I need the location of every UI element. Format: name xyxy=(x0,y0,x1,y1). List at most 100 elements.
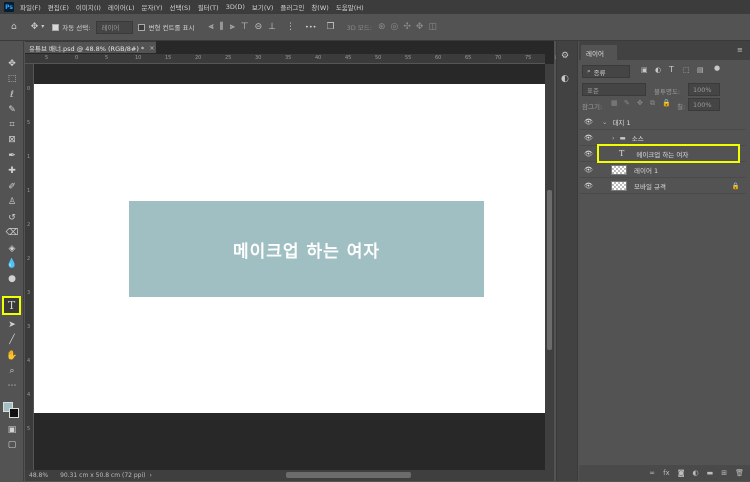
lock-transparent-icon[interactable]: ▦ xyxy=(611,100,618,107)
history-panel-icon[interactable]: ⚙ xyxy=(561,52,569,61)
close-icon[interactable]: × xyxy=(149,44,154,52)
align-center-icon[interactable]: ⫼ xyxy=(220,22,224,32)
healing-brush-tool-icon[interactable]: ✚ xyxy=(4,164,20,178)
document-tab[interactable]: 유튜브 배너.psd @ 48.8% (RGB/8#) * × xyxy=(25,41,156,53)
crop-tool-icon[interactable]: ⌗ xyxy=(4,118,20,132)
layer-row-pixel[interactable]: 👁 레이어 1 xyxy=(579,162,746,178)
eyedropper-tool-icon[interactable]: ✒ xyxy=(4,149,20,163)
chevron-right-icon[interactable]: › xyxy=(149,472,151,479)
zoom-level[interactable]: 48.8% xyxy=(29,472,48,479)
new-layer-icon[interactable]: ⊞ xyxy=(721,469,727,477)
marquee-tool-icon[interactable]: ⬚ xyxy=(4,72,20,86)
frame-tool-icon[interactable]: ⊠ xyxy=(4,133,20,147)
menu-image[interactable]: 이미지(I) xyxy=(76,2,101,12)
transform-controls-checkbox[interactable] xyxy=(138,23,146,31)
more-options-button[interactable]: ••• xyxy=(305,23,317,31)
opacity-input[interactable]: 100% xyxy=(688,83,720,96)
edit-toolbar-icon[interactable]: ⋯ xyxy=(4,379,20,393)
visibility-eye-icon[interactable]: 👁 xyxy=(584,118,594,126)
layer-row-artboard[interactable]: 👁 ⌄ 대지 1 xyxy=(579,114,746,130)
zoom-tool-icon[interactable]: ⌕ xyxy=(4,364,20,378)
background-color-swatch[interactable] xyxy=(9,408,19,418)
blend-mode-dropdown[interactable]: 표준 xyxy=(582,83,646,96)
auto-select-dropdown[interactable]: 레이어 xyxy=(96,20,134,34)
history-brush-tool-icon[interactable]: ↺ xyxy=(4,211,20,225)
banner-text[interactable]: 메이크업 하는 여자 xyxy=(233,237,380,262)
menu-window[interactable]: 창(W) xyxy=(311,2,328,12)
filter-pixel-icon[interactable]: ▣ xyxy=(641,67,648,74)
filter-adjustment-icon[interactable]: ◐ xyxy=(655,67,661,74)
visibility-eye-icon[interactable]: 👁 xyxy=(584,150,594,158)
vertical-scroll-thumb[interactable] xyxy=(547,190,552,350)
layer-mask-icon[interactable]: ◙ xyxy=(678,469,685,477)
lock-position-icon[interactable]: ✥ xyxy=(637,100,643,107)
align-left-icon[interactable]: ⫷ xyxy=(208,22,213,32)
stacked-squares-icon[interactable]: ❐ xyxy=(327,22,335,32)
distribute-icon[interactable]: ⋮ xyxy=(286,22,295,32)
chevron-down-icon[interactable]: ▾ xyxy=(41,24,44,30)
clone-stamp-tool-icon[interactable]: ♙ xyxy=(4,195,20,209)
menu-file[interactable]: 파일(F) xyxy=(20,2,41,12)
menu-layer[interactable]: 레이어(L) xyxy=(108,2,135,12)
chevron-right-icon[interactable]: › xyxy=(612,134,615,142)
align-top-icon[interactable]: ⊤ xyxy=(241,22,249,32)
move-tool-icon[interactable]: ✥ xyxy=(31,22,39,32)
align-middle-icon[interactable]: ⊝ xyxy=(255,22,263,32)
fill-input[interactable]: 100% xyxy=(688,98,720,111)
brush-tool-icon[interactable]: ✐ xyxy=(4,180,20,194)
menu-filter[interactable]: 필터(T) xyxy=(198,2,219,12)
link-layers-icon[interactable]: ∞ xyxy=(649,469,655,477)
orbit-3d-icon[interactable]: ⊛ xyxy=(378,22,386,32)
delete-layer-icon[interactable]: 🗑 xyxy=(735,469,744,477)
lasso-tool-icon[interactable]: ℓ xyxy=(4,88,20,102)
slide-3d-icon[interactable]: ✥ xyxy=(416,22,424,32)
roll-3d-icon[interactable]: ◎ xyxy=(391,22,399,32)
filter-shape-icon[interactable]: ⬚ xyxy=(683,67,690,74)
filter-smart-object-icon[interactable]: ▤ xyxy=(697,67,704,74)
move-tool-icon[interactable]: ✥ xyxy=(4,57,20,71)
menu-view[interactable]: 보기(V) xyxy=(252,2,273,12)
panel-menu-icon[interactable]: ≡ xyxy=(737,47,743,54)
layer-row-locked[interactable]: 👁 모바일 규격 🔒 xyxy=(579,178,746,194)
align-right-icon[interactable]: ⫸ xyxy=(230,22,235,32)
new-group-icon[interactable]: ▬ xyxy=(707,469,714,477)
menu-3d[interactable]: 3D(D) xyxy=(226,3,245,11)
adjustments-panel-icon[interactable]: ◐ xyxy=(561,75,569,84)
horizontal-scroll-thumb[interactable] xyxy=(286,472,411,478)
align-bottom-icon[interactable]: ⊥ xyxy=(268,22,276,32)
lock-all-icon[interactable]: 🔒 xyxy=(662,100,671,107)
quick-mask-icon[interactable]: ▣ xyxy=(4,423,20,437)
filter-type-icon[interactable]: T xyxy=(669,66,674,74)
menu-edit[interactable]: 편집(E) xyxy=(48,2,69,12)
lock-artboard-icon[interactable]: ⧉ xyxy=(650,100,655,107)
home-icon[interactable]: ⌂ xyxy=(11,22,17,32)
screen-mode-icon[interactable]: ▢ xyxy=(4,438,20,452)
adjustment-layer-icon[interactable]: ◐ xyxy=(693,469,699,477)
layer-filter-dropdown[interactable]: ⌕ 종류 xyxy=(582,65,630,78)
menu-type[interactable]: 문자(Y) xyxy=(142,2,163,12)
filter-toggle-icon[interactable]: ● xyxy=(714,65,720,72)
menu-help[interactable]: 도움말(H) xyxy=(336,2,364,12)
menu-plugins[interactable]: 플러그인 xyxy=(280,2,304,12)
scale-3d-icon[interactable]: ◫ xyxy=(428,22,437,32)
lock-pixels-icon[interactable]: ✎ xyxy=(624,100,630,107)
banner-rectangle[interactable]: 메이크업 하는 여자 xyxy=(129,201,484,297)
chevron-down-icon[interactable]: ⌄ xyxy=(602,118,607,126)
layer-style-icon[interactable]: fx xyxy=(663,469,670,477)
auto-select-checkbox[interactable] xyxy=(52,23,60,31)
hand-tool-icon[interactable]: ✋ xyxy=(4,349,20,363)
visibility-eye-icon[interactable]: 👁 xyxy=(584,182,594,190)
path-selection-tool-icon[interactable]: ➤ xyxy=(4,318,20,332)
visibility-eye-icon[interactable]: 👁 xyxy=(584,134,594,142)
drag-3d-icon[interactable]: ✣ xyxy=(403,22,411,32)
dodge-tool-icon[interactable]: ● xyxy=(4,272,20,286)
layers-tab[interactable]: 레이어 xyxy=(581,45,617,60)
quick-select-tool-icon[interactable]: ✎ xyxy=(4,103,20,117)
gradient-tool-icon[interactable]: ◈ xyxy=(4,242,20,256)
line-tool-icon[interactable]: ╱ xyxy=(4,333,20,347)
menu-select[interactable]: 선택(S) xyxy=(170,2,191,12)
visibility-eye-icon[interactable]: 👁 xyxy=(584,166,594,174)
blur-tool-icon[interactable]: 💧 xyxy=(4,257,20,271)
eraser-tool-icon[interactable]: ⌫ xyxy=(4,226,20,240)
type-tool-icon[interactable]: T xyxy=(2,296,21,315)
